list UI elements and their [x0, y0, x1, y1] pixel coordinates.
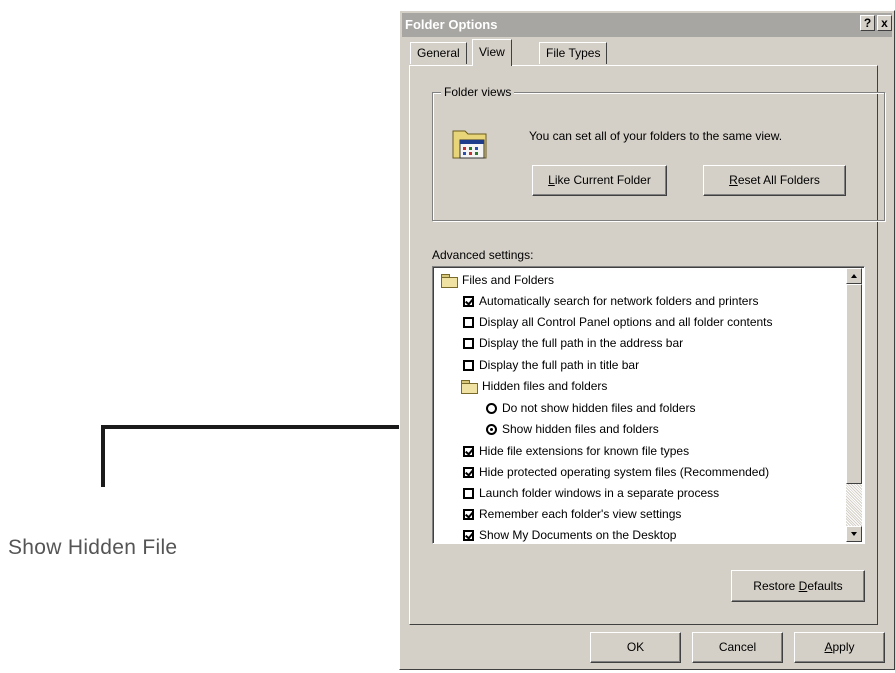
like-current-mnemonic: L — [548, 173, 555, 187]
scroll-thumb[interactable] — [846, 284, 862, 484]
tab-view[interactable]: View — [472, 39, 512, 66]
apply-button[interactable]: Apply — [794, 632, 885, 663]
checkbox-unchecked[interactable] — [463, 359, 474, 371]
folder-views-icon — [451, 127, 491, 163]
list-item-hidden-files-folder: Hidden files and folders — [461, 376, 607, 396]
checkbox-checked[interactable] — [463, 445, 474, 457]
folder-views-description: You can set all of your folders to the s… — [529, 129, 783, 143]
scroll-down-arrow-icon[interactable] — [846, 526, 862, 542]
like-current-label: ike Current Folder — [554, 173, 651, 187]
restore-defaults-button[interactable]: Restore Defaults — [731, 570, 865, 602]
reset-all-mnemonic: R — [729, 173, 738, 187]
list-item-label: Display all Control Panel options and al… — [479, 315, 773, 329]
list-item-do-not-show-hidden[interactable]: Do not show hidden files and folders — [486, 398, 695, 418]
list-item-label: Show hidden files and folders — [502, 422, 659, 436]
reset-all-folders-button[interactable]: Reset All Folders — [703, 165, 846, 196]
checkbox-checked[interactable] — [463, 466, 474, 478]
list-item-show-my-documents[interactable]: Show My Documents on the Desktop — [463, 525, 677, 543]
advanced-settings-list[interactable]: Files and Folders Automatically search f… — [432, 266, 865, 544]
folder-views-group — [432, 92, 885, 221]
list-item-label: Hide protected operating system files (R… — [479, 465, 770, 479]
ok-button[interactable]: OK — [590, 632, 681, 663]
list-item-files-and-folders: Files and Folders — [441, 270, 554, 290]
list-item-launch-separate-process[interactable]: Launch folder windows in a separate proc… — [463, 483, 719, 503]
list-item-show-hidden[interactable]: Show hidden files and folders — [486, 419, 659, 439]
list-item-label: Hide file extensions for known file type… — [479, 444, 690, 458]
list-scrollbar[interactable] — [846, 268, 862, 542]
list-item-hide-extensions[interactable]: Hide file extensions for known file type… — [463, 441, 689, 461]
folder-views-legend: Folder views — [441, 85, 515, 99]
apply-label: pply — [832, 640, 855, 654]
list-item-label: Hidden files and folders — [482, 379, 608, 393]
tab-file-types[interactable]: File Types — [539, 42, 608, 64]
list-item-label: Remember each folder's view settings — [479, 507, 682, 521]
tab-general[interactable]: General — [410, 42, 467, 64]
checkbox-unchecked[interactable] — [463, 487, 474, 499]
list-item-hide-protected-files[interactable]: Hide protected operating system files (R… — [463, 462, 769, 482]
list-item-label: Do not show hidden files and folders — [502, 401, 696, 415]
list-item-label: Display the full path in title bar — [479, 358, 640, 372]
list-item-control-panel-options[interactable]: Display all Control Panel options and al… — [463, 312, 773, 332]
list-item-label: Files and Folders — [462, 273, 555, 287]
reset-all-label: eset All Folders — [737, 173, 820, 187]
checkbox-checked[interactable] — [463, 529, 474, 541]
close-button[interactable]: x — [877, 15, 892, 31]
restore-defaults-label-end: efaults — [807, 579, 843, 593]
list-item-remember-view-settings[interactable]: Remember each folder's view settings — [463, 504, 681, 524]
list-item-auto-search[interactable]: Automatically search for network folders… — [463, 291, 758, 311]
list-item-label: Automatically search for network folders… — [479, 294, 759, 308]
list-item-label: Display the full path in the address bar — [479, 336, 684, 350]
advanced-settings-label: Advanced settings: — [432, 248, 534, 262]
help-button[interactable]: ? — [860, 15, 875, 31]
list-item-full-path-title-bar[interactable]: Display the full path in title bar — [463, 355, 639, 375]
radio-selected[interactable] — [486, 423, 497, 435]
checkbox-checked[interactable] — [463, 295, 474, 307]
list-item-full-path-address-bar[interactable]: Display the full path in the address bar — [463, 333, 683, 353]
scroll-up-arrow-icon[interactable] — [846, 268, 862, 284]
folder-icon — [461, 379, 478, 394]
list-item-label: Show My Documents on the Desktop — [479, 528, 677, 542]
list-item-label: Launch folder windows in a separate proc… — [479, 486, 720, 500]
folder-icon — [441, 273, 458, 288]
apply-mnemonic: A — [824, 640, 833, 654]
callout-line-vertical — [101, 425, 105, 487]
cancel-button[interactable]: Cancel — [692, 632, 783, 663]
callout-label: Show Hidden File — [8, 536, 178, 559]
checkbox-unchecked[interactable] — [463, 316, 474, 328]
radio-unselected[interactable] — [486, 402, 497, 414]
checkbox-unchecked[interactable] — [463, 337, 474, 349]
checkbox-checked[interactable] — [463, 508, 474, 520]
like-current-folder-button[interactable]: Like Current Folder — [532, 165, 667, 196]
restore-defaults-label-start: Restore — [753, 579, 799, 593]
dialog-title: Folder Options — [405, 17, 498, 32]
title-bar[interactable]: Folder Options — [402, 13, 892, 37]
